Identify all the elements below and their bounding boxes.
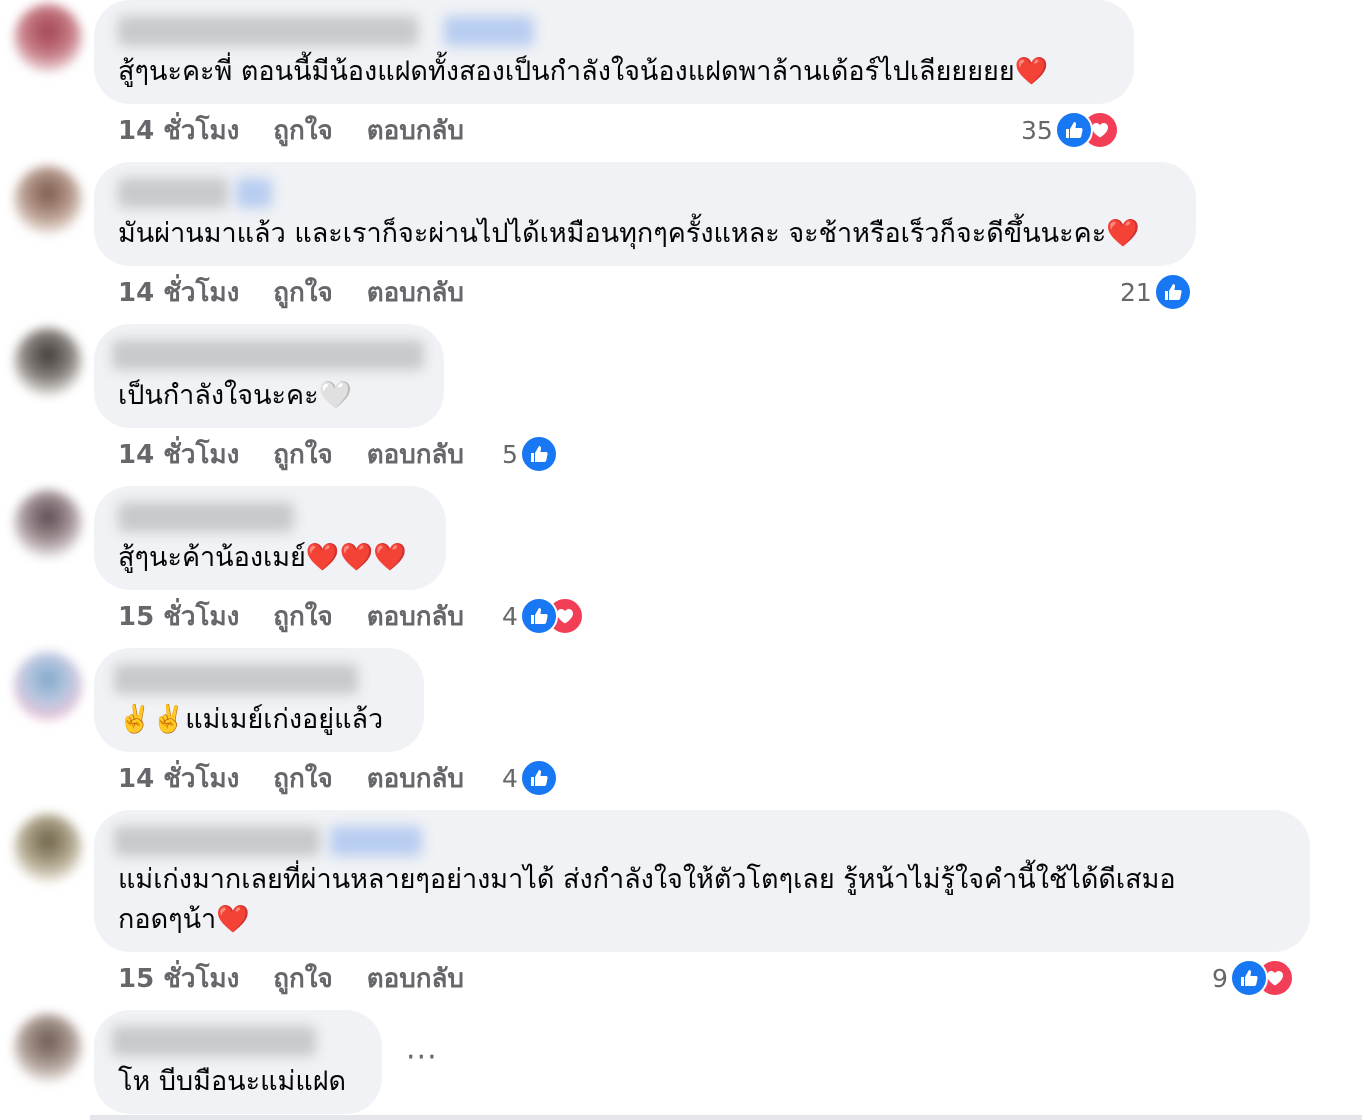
commenter-badge — [330, 826, 422, 856]
reaction-count: 21 — [1120, 277, 1152, 307]
comment-text: ✌️✌️แม่เมย์เก่งอยู่แล้ว — [118, 704, 384, 735]
avatar[interactable] — [14, 652, 82, 720]
reaction-count: 4 — [502, 601, 518, 631]
comment-timestamp[interactable]: 14 ชั่วโมง — [118, 110, 239, 151]
comment-text-line: กอดๆน้า❤️ — [118, 904, 250, 935]
like-button[interactable]: ถูกใจ — [273, 434, 332, 475]
avatar[interactable] — [14, 814, 82, 882]
avatar[interactable] — [14, 166, 82, 234]
reply-button[interactable]: ตอบกลับ — [367, 596, 464, 637]
comment-timestamp[interactable]: 14 ชั่วโมง — [118, 272, 239, 313]
comment-timestamp[interactable]: 14 ชั่วโมง — [118, 758, 239, 799]
comment-text-line: แม่เก่งมากเลยที่ผ่านหลายๆอย่างมาได้ ส่งก… — [118, 864, 1176, 895]
comment-bubble: สู้ๆนะคะพี่ ตอนนี้มีน้องแฝดทั้งสองเป็นกำ… — [94, 0, 1134, 104]
comment-text: สู้ๆนะค้าน้องเมย์❤️❤️❤️ — [118, 542, 407, 573]
like-button[interactable]: ถูกใจ — [273, 758, 332, 799]
commenter-name[interactable] — [118, 178, 228, 208]
divider — [90, 1115, 1362, 1120]
comment-timestamp[interactable]: 14 ชั่วโมง — [118, 434, 239, 475]
like-icon — [519, 435, 558, 473]
commenter-badge — [444, 16, 534, 46]
reply-button[interactable]: ตอบกลับ — [367, 272, 464, 313]
comment-text: สู้ๆนะคะพี่ ตอนนี้มีน้องแฝดทั้งสองเป็นกำ… — [118, 56, 1049, 87]
comment-timestamp[interactable]: 15 ชั่วโมง — [118, 596, 239, 637]
like-button[interactable]: ถูกใจ — [273, 596, 332, 637]
comment-actions: 15 ชั่วโมง ถูกใจ ตอบกลับ — [118, 596, 498, 636]
reply-button[interactable]: ตอบกลับ — [367, 110, 464, 151]
reply-button[interactable]: ตอบกลับ — [367, 758, 464, 799]
more-options-icon[interactable]: ··· — [406, 1040, 438, 1075]
comment-bubble: เป็นกำลังใจนะคะ🤍 — [94, 324, 444, 428]
comment-timestamp[interactable]: 15 ชั่วโมง — [118, 958, 239, 999]
avatar[interactable] — [14, 328, 82, 396]
like-icon — [1229, 959, 1268, 997]
like-icon — [1153, 273, 1192, 311]
comment-actions: 15 ชั่วโมง ถูกใจ ตอบกลับ — [118, 958, 498, 998]
commenter-name[interactable] — [114, 826, 320, 856]
avatar[interactable] — [14, 490, 82, 558]
reaction-count: 35 — [1021, 115, 1053, 145]
comment-actions: 14 ชั่วโมง ถูกใจ ตอบกลับ — [118, 272, 498, 312]
reaction-count: 9 — [1212, 963, 1228, 993]
reply-button[interactable]: ตอบกลับ — [367, 958, 464, 999]
commenter-name[interactable] — [112, 1026, 316, 1056]
comment-bubble: โห บีบมือนะแม่แฝด — [94, 1010, 382, 1114]
like-button[interactable]: ถูกใจ — [273, 110, 332, 151]
comment-actions: 14 ชั่วโมง ถูกใจ ตอบกลับ — [118, 434, 498, 474]
comment-bubble: มันผ่านมาแล้ว และเราก็จะผ่านไปได้เหมือนท… — [94, 162, 1196, 266]
reaction-summary[interactable]: 4 — [502, 596, 584, 636]
like-button[interactable]: ถูกใจ — [273, 272, 332, 313]
reaction-count: 5 — [502, 439, 518, 469]
comment-bubble: สู้ๆนะค้าน้องเมย์❤️❤️❤️ — [94, 486, 446, 590]
avatar[interactable] — [14, 4, 82, 72]
reaction-summary[interactable]: 21 — [1120, 272, 1192, 312]
commenter-name[interactable] — [118, 502, 294, 532]
reaction-summary[interactable]: 35 — [1021, 110, 1119, 150]
comment-text: มันผ่านมาแล้ว และเราก็จะผ่านไปได้เหมือนท… — [118, 218, 1140, 249]
comment-text: เป็นกำลังใจนะคะ🤍 — [118, 380, 353, 411]
comment-actions: 14 ชั่วโมง ถูกใจ ตอบกลับ — [118, 110, 498, 150]
commenter-name[interactable] — [112, 340, 424, 370]
comment-bubble: แม่เก่งมากเลยที่ผ่านหลายๆอย่างมาได้ ส่งก… — [94, 810, 1310, 952]
comment-actions: 14 ชั่วโมง ถูกใจ ตอบกลับ — [118, 758, 498, 798]
comment-bubble: ✌️✌️แม่เมย์เก่งอยู่แล้ว — [94, 648, 424, 752]
reply-button[interactable]: ตอบกลับ — [367, 434, 464, 475]
reaction-summary[interactable]: 4 — [502, 758, 558, 798]
avatar[interactable] — [14, 1014, 82, 1082]
reaction-summary[interactable]: 5 — [502, 434, 558, 474]
comment-text: โห บีบมือนะแม่แฝด — [118, 1066, 347, 1097]
commenter-name[interactable] — [118, 16, 418, 46]
reaction-count: 4 — [502, 763, 518, 793]
like-icon — [519, 597, 558, 635]
commenter-badge — [236, 178, 272, 208]
like-button[interactable]: ถูกใจ — [273, 958, 332, 999]
reaction-summary[interactable]: 9 — [1212, 958, 1294, 998]
commenter-name[interactable] — [114, 664, 358, 694]
like-icon — [519, 759, 558, 797]
like-icon — [1054, 111, 1093, 149]
